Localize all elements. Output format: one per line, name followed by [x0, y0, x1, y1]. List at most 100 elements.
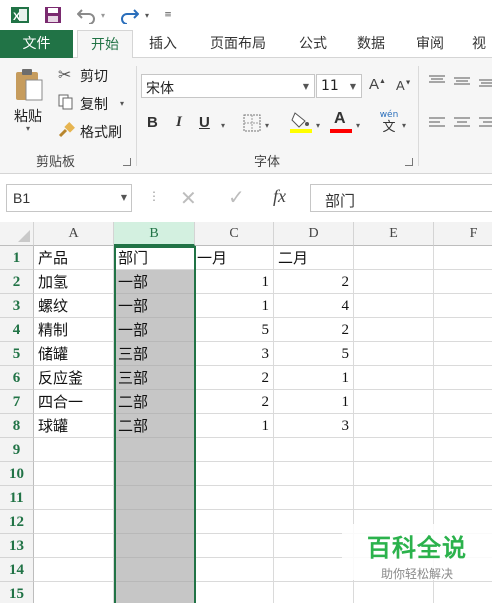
table-cell[interactable] [434, 438, 492, 462]
table-cell[interactable] [354, 390, 434, 414]
column-header-a[interactable]: A [34, 222, 114, 246]
tab-data[interactable]: 数据 [346, 30, 396, 58]
column-header-b[interactable]: B [114, 222, 195, 246]
table-cell[interactable]: 球罐 [34, 414, 114, 438]
fill-color-dropdown-icon[interactable]: ▾ [316, 121, 320, 130]
table-cell[interactable] [354, 366, 434, 390]
row-header[interactable]: 12 [0, 510, 34, 534]
align-right-icon[interactable] [478, 116, 492, 134]
table-cell[interactable]: 一部 [114, 294, 195, 318]
borders-icon[interactable] [243, 114, 261, 136]
phonetic-dropdown-icon[interactable]: ▾ [402, 121, 406, 130]
table-cell[interactable]: 3 [274, 414, 354, 438]
table-cell[interactable]: 2 [195, 390, 274, 414]
align-top-icon[interactable] [428, 74, 446, 92]
format-painter-button[interactable]: 格式刷 [56, 120, 130, 142]
borders-dropdown-icon[interactable]: ▾ [265, 121, 269, 130]
table-cell[interactable] [354, 438, 434, 462]
table-cell[interactable] [354, 486, 434, 510]
table-cell[interactable] [354, 582, 434, 603]
table-cell[interactable] [434, 294, 492, 318]
underline-dropdown-icon[interactable]: ▾ [221, 121, 225, 130]
font-size-select[interactable]: 11 ▼ [316, 74, 362, 98]
table-header-cell[interactable]: 部门 [114, 246, 195, 270]
formula-input[interactable]: 部门 [310, 184, 492, 212]
table-cell[interactable]: 2 [274, 318, 354, 342]
column-header-c[interactable]: C [195, 222, 274, 246]
table-cell[interactable]: 三部 [114, 342, 195, 366]
table-cell[interactable] [354, 414, 434, 438]
table-cell[interactable]: 螺纹 [34, 294, 114, 318]
row-header[interactable]: 9 [0, 438, 34, 462]
table-cell[interactable] [434, 414, 492, 438]
table-cell[interactable] [354, 270, 434, 294]
table-cell[interactable]: 二部 [114, 390, 195, 414]
table-cell[interactable] [434, 582, 492, 603]
table-cell[interactable] [274, 462, 354, 486]
table-cell[interactable]: 精制 [34, 318, 114, 342]
enter-check-icon[interactable]: ✓ [228, 185, 245, 209]
table-cell[interactable] [34, 486, 114, 510]
align-left-icon[interactable] [428, 116, 446, 134]
table-cell[interactable] [434, 486, 492, 510]
row-header[interactable]: 13 [0, 534, 34, 558]
table-cell[interactable]: 一部 [114, 318, 195, 342]
table-cell[interactable] [274, 486, 354, 510]
row-header[interactable]: 10 [0, 462, 34, 486]
clipboard-dialog-launcher-icon[interactable] [123, 158, 131, 166]
align-bottom-icon[interactable] [478, 74, 492, 92]
font-dialog-launcher-icon[interactable] [405, 158, 413, 166]
redo-dropdown-icon[interactable]: ▾ [142, 4, 152, 26]
table-cell[interactable]: 1 [274, 366, 354, 390]
table-cell[interactable] [354, 342, 434, 366]
copy-button[interactable]: 复制 ▾ [56, 92, 130, 114]
italic-button[interactable]: I [176, 114, 182, 131]
table-cell[interactable] [274, 438, 354, 462]
table-cell[interactable] [114, 462, 195, 486]
table-cell[interactable] [34, 558, 114, 582]
table-cell[interactable]: 反应釜 [34, 366, 114, 390]
table-cell[interactable] [354, 246, 434, 270]
table-cell[interactable] [434, 270, 492, 294]
tab-home[interactable]: 开始 [77, 30, 133, 59]
undo-dropdown-icon[interactable]: ▾ [98, 4, 108, 26]
table-cell[interactable]: 5 [195, 318, 274, 342]
table-cell[interactable] [195, 510, 274, 534]
row-header[interactable]: 4 [0, 318, 34, 342]
table-cell[interactable]: 1 [195, 414, 274, 438]
table-cell[interactable] [34, 582, 114, 603]
table-cell[interactable] [195, 462, 274, 486]
row-header[interactable]: 14 [0, 558, 34, 582]
bold-button[interactable]: B [147, 114, 158, 131]
font-color-icon[interactable]: A [330, 110, 352, 134]
row-header[interactable]: 8 [0, 414, 34, 438]
row-header[interactable]: 11 [0, 486, 34, 510]
underline-button[interactable]: U [199, 114, 210, 131]
table-cell[interactable] [434, 390, 492, 414]
table-header-cell[interactable]: 二月 [274, 246, 354, 270]
table-header-cell[interactable]: 一月 [195, 246, 274, 270]
table-cell[interactable] [354, 318, 434, 342]
row-header[interactable]: 5 [0, 342, 34, 366]
table-cell[interactable] [114, 582, 195, 603]
fill-color-icon[interactable] [290, 110, 312, 138]
table-cell[interactable]: 二部 [114, 414, 195, 438]
table-cell[interactable]: 4 [274, 294, 354, 318]
table-cell[interactable] [354, 294, 434, 318]
column-header-e[interactable]: E [354, 222, 434, 246]
table-cell[interactable] [114, 438, 195, 462]
paste-button[interactable]: 粘贴 ▾ [8, 64, 50, 133]
table-cell[interactable] [434, 318, 492, 342]
table-cell[interactable]: 三部 [114, 366, 195, 390]
tab-page-layout[interactable]: 页面布局 [198, 30, 278, 58]
table-cell[interactable] [195, 582, 274, 603]
column-header-d[interactable]: D [274, 222, 354, 246]
tab-file[interactable]: 文件 [0, 30, 73, 58]
decrease-font-size-icon[interactable]: A▼ [396, 78, 412, 93]
table-cell[interactable]: 四合一 [34, 390, 114, 414]
row-header[interactable]: 3 [0, 294, 34, 318]
table-cell[interactable] [274, 582, 354, 603]
table-cell[interactable] [195, 558, 274, 582]
insert-function-button[interactable]: fx [273, 186, 286, 207]
table-cell[interactable]: 加氢 [34, 270, 114, 294]
